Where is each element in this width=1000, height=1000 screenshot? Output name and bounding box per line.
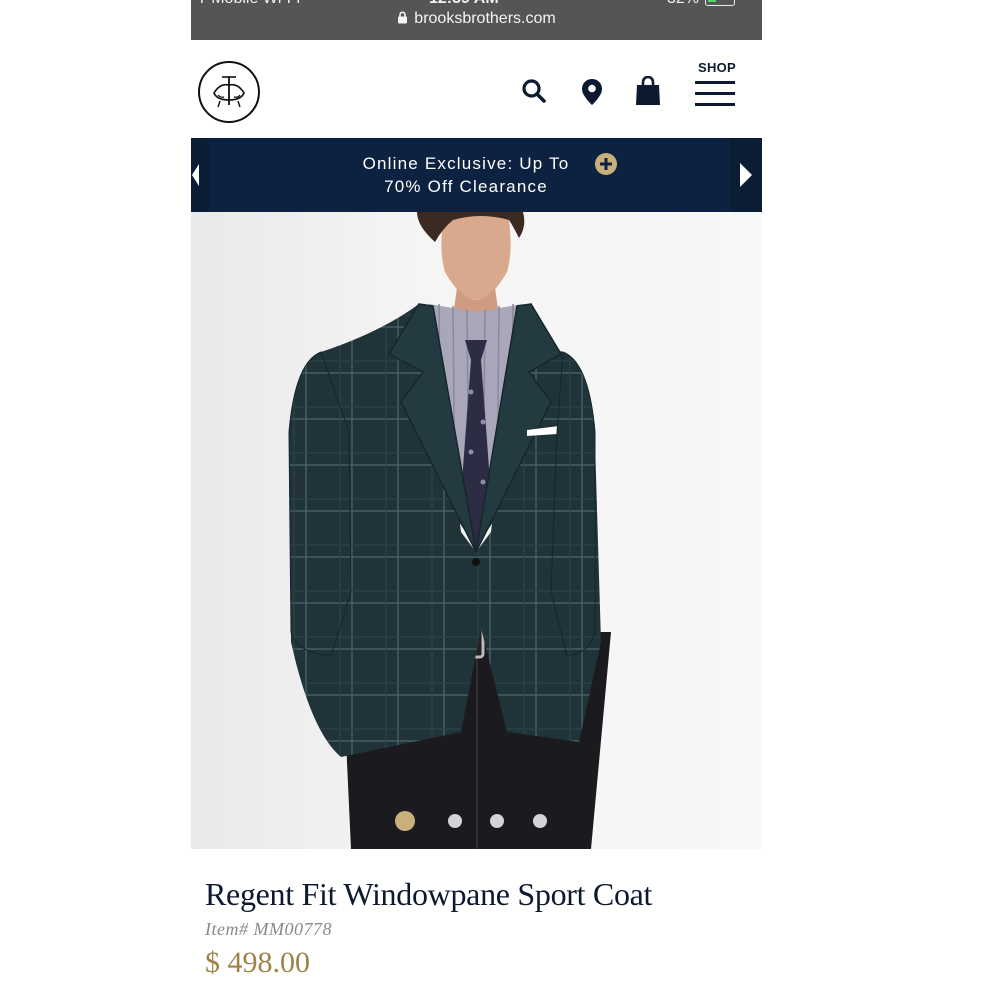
shop-label: SHOP [697, 60, 737, 75]
promo-prev-button[interactable] [191, 138, 209, 212]
shop-menu-button[interactable]: SHOP [695, 60, 739, 114]
lock-icon [398, 11, 408, 24]
store-locator-icon[interactable] [581, 78, 603, 106]
carrier-label: T-Mobile Wi-Fi [197, 0, 300, 8]
carousel-dot-3[interactable] [490, 814, 504, 828]
battery-icon [705, 0, 735, 6]
phone-viewport: T-Mobile Wi-Fi 12:39 AM 32% brooksbrothe… [191, 0, 762, 1000]
promo-next-button[interactable] [730, 138, 762, 212]
url-text: brooksbrothers.com [414, 10, 556, 27]
hamburger-menu-icon [695, 81, 739, 106]
shopping-bag-icon[interactable] [635, 76, 661, 106]
promo-banner[interactable]: Online Exclusive: Up To 70% Off Clearanc… [191, 138, 762, 212]
promo-line-1: Online Exclusive: Up To [362, 154, 570, 173]
battery-percent: 32% [667, 0, 699, 8]
product-info: Regent Fit Windowpane Sport Coat Item# M… [205, 876, 745, 980]
expand-plus-icon[interactable] [595, 153, 617, 175]
product-image[interactable] [191, 212, 762, 849]
item-number: Item# MM00778 [205, 919, 332, 939]
carousel-dot-1[interactable] [395, 811, 415, 831]
product-title: Regent Fit Windowpane Sport Coat [205, 876, 653, 912]
product-price: $ 498.00 [205, 946, 310, 979]
model-sport-coat-image [288, 212, 611, 849]
golden-fleece-logo-icon[interactable] [198, 61, 260, 123]
promo-text: Online Exclusive: Up To 70% Off Clearanc… [331, 152, 601, 198]
chevron-left-icon [192, 164, 199, 186]
search-icon[interactable] [521, 78, 547, 104]
carousel-dot-4[interactable] [533, 814, 547, 828]
carousel-dot-2[interactable] [448, 814, 462, 828]
site-header: SHOP [191, 40, 762, 138]
clock: 12:39 AM [429, 0, 499, 8]
browser-status-bar: T-Mobile Wi-Fi 12:39 AM 32% brooksbrothe… [191, 0, 762, 40]
promo-line-2: 70% Off Clearance [384, 177, 548, 196]
chevron-right-icon [740, 163, 752, 187]
carousel-indicator [191, 808, 762, 832]
url-bar[interactable]: brooksbrothers.com [191, 10, 762, 28]
